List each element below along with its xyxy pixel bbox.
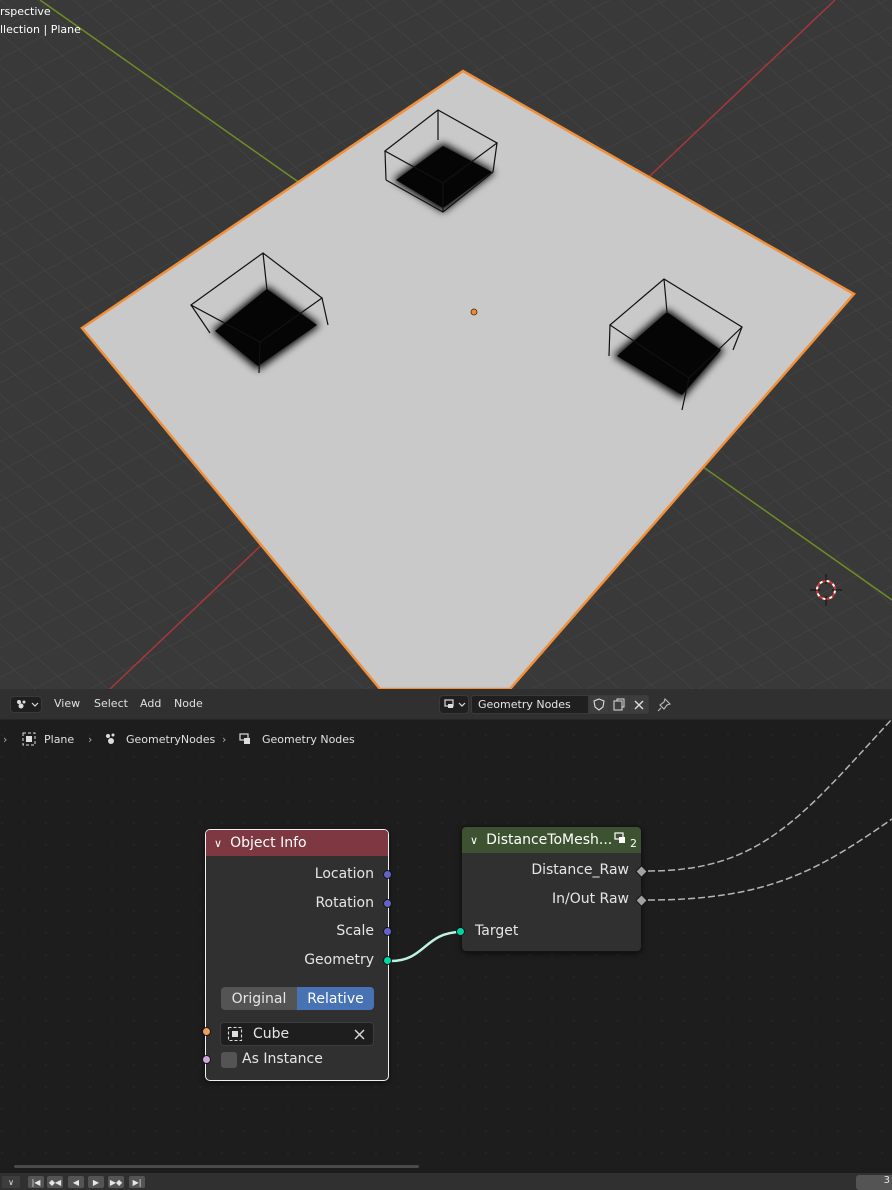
jump-end-button[interactable]: ▶| <box>129 1176 145 1188</box>
menu-select[interactable]: Select <box>94 697 128 710</box>
clear-icon[interactable] <box>354 1029 365 1040</box>
close-icon <box>634 700 644 709</box>
menu-add[interactable]: Add <box>140 697 161 710</box>
object-field-value: Cube <box>253 1026 290 1042</box>
jump-keyframe-forward-button[interactable]: ▶◆ <box>108 1176 124 1188</box>
shield-icon <box>593 698 605 711</box>
node-editor-background <box>0 689 892 1190</box>
location-output-socket[interactable] <box>383 870 392 879</box>
current-frame-field[interactable]: 3 <box>856 1175 892 1190</box>
node-editor[interactable]: View Select Add Node Geometry Nodes › Pl… <box>0 689 892 1190</box>
breadcrumb-tree: Geometry Nodes <box>262 733 355 746</box>
viewport-view-label: rspective <box>0 5 51 18</box>
object-info-node-header[interactable]: ∨ Object Info <box>206 830 388 856</box>
node-group-icon <box>614 832 625 843</box>
collapse-chevron-icon[interactable]: ∨ <box>470 834 478 847</box>
socket-label-distance-raw: Distance_Raw <box>531 862 629 878</box>
socket-label-target: Target <box>475 923 519 939</box>
node-editor-icon <box>17 700 39 709</box>
play-button[interactable]: ▶ <box>88 1176 104 1188</box>
transform-space-relative[interactable]: Relative <box>297 987 374 1010</box>
chevron-right-icon: › <box>88 733 93 746</box>
scale-output-socket[interactable] <box>383 927 392 936</box>
socket-label-inout-raw: In/Out Raw <box>552 891 629 907</box>
pin-icon <box>657 697 672 712</box>
transform-space-original[interactable]: Original <box>221 987 297 1010</box>
breadcrumb: › Plane › GeometryNodes › Geometry Nodes <box>0 729 892 749</box>
distance-to-mesh-node-header[interactable]: ∨ DistanceToMesh... 2 <box>462 827 641 853</box>
node-tree-browse-button[interactable] <box>439 695 469 714</box>
target-input-socket[interactable] <box>456 927 465 936</box>
timeline-bar: ∨ |◀ ◆◀ ◀ ▶ ▶◆ ▶| 3 <box>0 1173 892 1190</box>
socket-label-scale: Scale <box>336 923 374 939</box>
socket-label-location: Location <box>314 866 374 882</box>
chevron-right-icon: › <box>3 733 8 746</box>
collapse-chevron-icon[interactable]: ∨ <box>214 837 222 850</box>
chevron-right-icon: › <box>222 733 227 746</box>
object-icon <box>227 1026 243 1042</box>
distance-to-mesh-title: DistanceToMesh... <box>486 832 613 848</box>
viewport-collection-label: llection | Plane <box>0 23 81 36</box>
pin-button[interactable] <box>656 696 674 713</box>
jump-start-button[interactable]: |◀ <box>28 1176 44 1188</box>
node-editor-header: View Select Add Node Geometry Nodes <box>0 689 892 720</box>
as-instance-checkbox[interactable] <box>221 1052 237 1068</box>
geometry-output-socket[interactable] <box>383 956 392 965</box>
timeline-menu-button[interactable]: ∨ <box>2 1176 20 1188</box>
object-input-socket[interactable] <box>202 1027 211 1036</box>
viewport-scene <box>0 0 892 689</box>
duplicate-icon <box>613 698 625 711</box>
breadcrumb-modifier: GeometryNodes <box>126 733 216 746</box>
breadcrumb-object: Plane <box>44 733 75 746</box>
node-tree-icon <box>444 699 466 708</box>
object-info-title: Object Info <box>230 835 307 851</box>
as-instance-label: As Instance <box>242 1051 323 1067</box>
node-tree-icon <box>239 733 250 744</box>
menu-view[interactable]: View <box>54 697 80 710</box>
object-origin <box>470 308 478 316</box>
object-icon <box>22 732 36 746</box>
editor-type-button[interactable] <box>10 696 42 713</box>
socket-label-geometry: Geometry <box>304 952 374 968</box>
rotation-output-socket[interactable] <box>383 899 392 908</box>
duplicate-tree-button[interactable] <box>609 695 629 714</box>
geometry-nodes-modifier-icon <box>106 733 115 744</box>
3d-viewport[interactable]: rspective llection | Plane <box>0 0 892 689</box>
as-instance-input-socket[interactable] <box>202 1055 211 1064</box>
node-tree-name-field[interactable]: Geometry Nodes <box>471 695 589 714</box>
object-field[interactable]: Cube <box>220 1022 374 1046</box>
fake-user-button[interactable] <box>589 695 609 714</box>
jump-keyframe-back-button[interactable]: ◆◀ <box>47 1176 63 1188</box>
user-count: 2 <box>630 837 637 850</box>
play-reverse-button[interactable]: ◀ <box>68 1176 84 1188</box>
menu-node[interactable]: Node <box>174 697 203 710</box>
unlink-tree-button[interactable] <box>629 695 649 714</box>
horizontal-scrollbar <box>14 1165 419 1168</box>
socket-label-rotation: Rotation <box>315 895 374 911</box>
